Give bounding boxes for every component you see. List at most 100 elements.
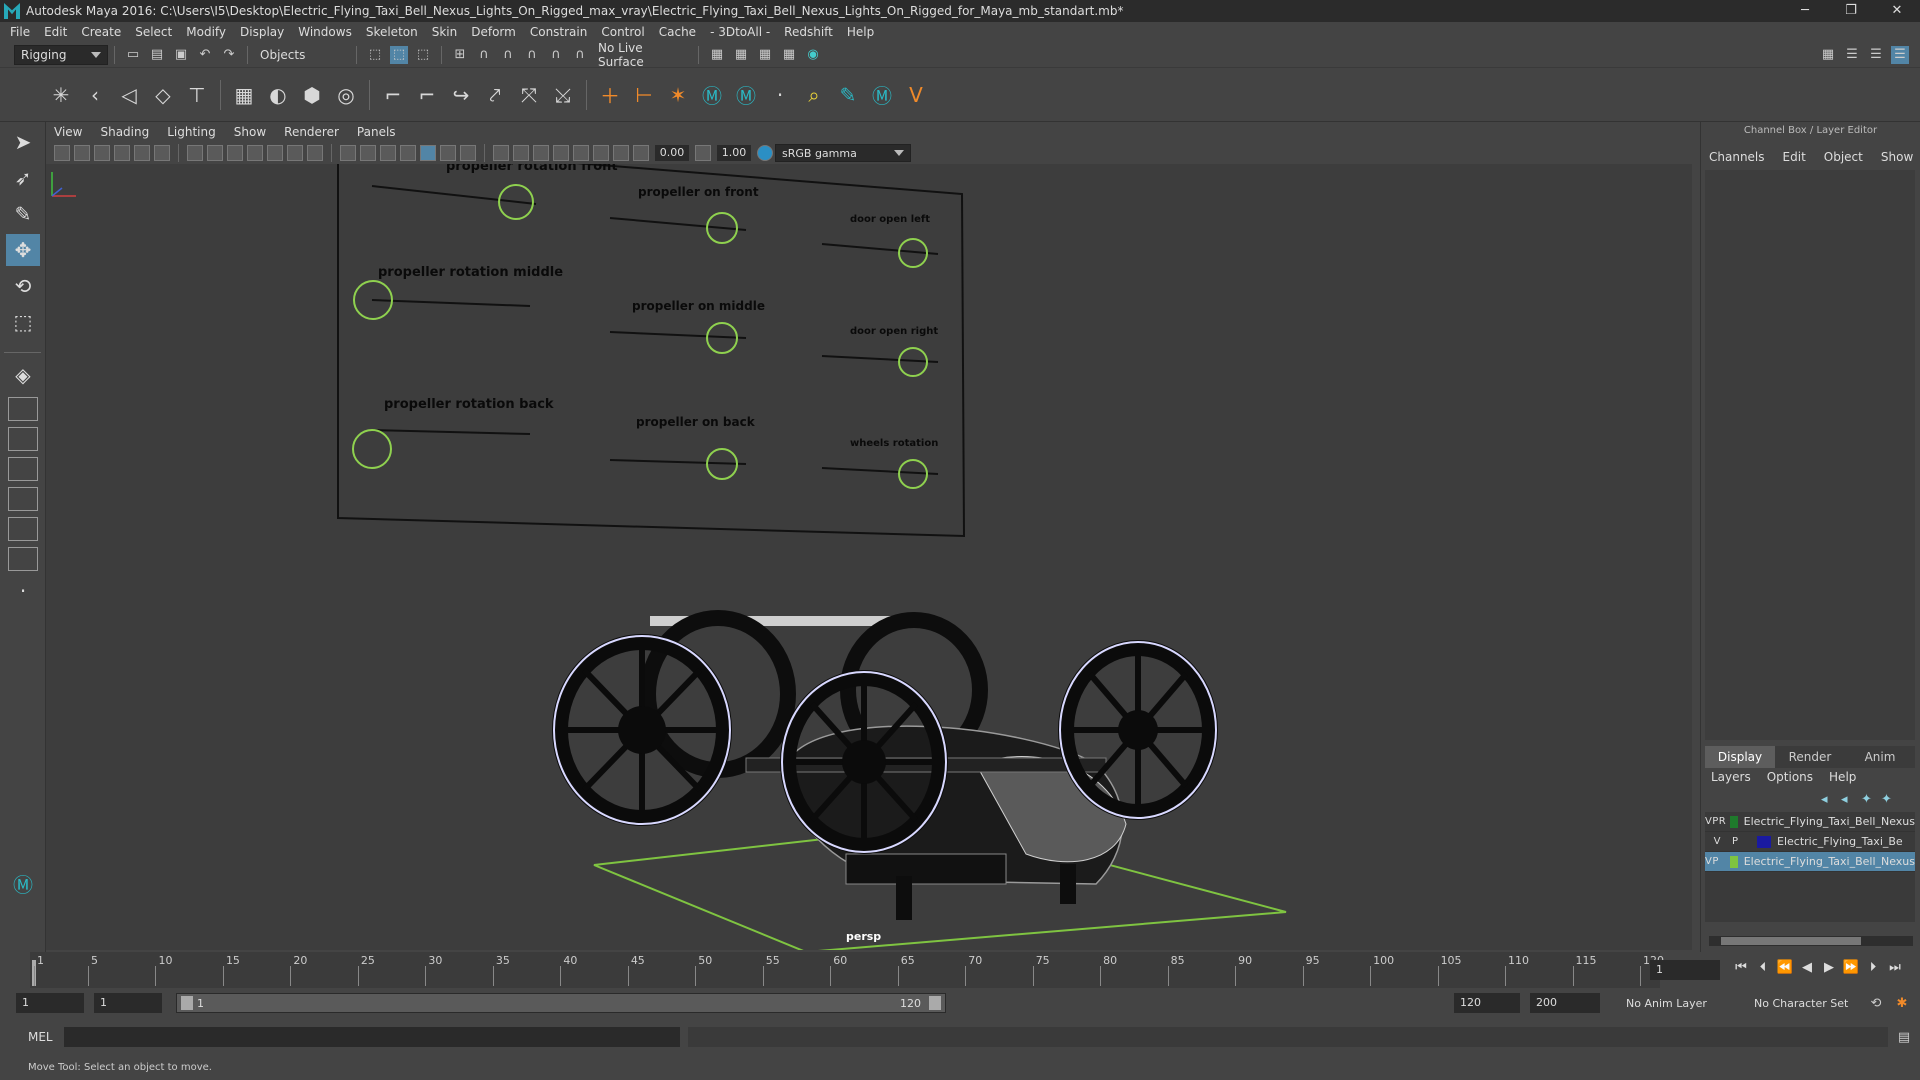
menu-create[interactable]: Create (81, 25, 121, 39)
render-settings-icon[interactable]: ▦ (780, 46, 798, 64)
channel-list[interactable] (1705, 170, 1915, 740)
layout-more-icon[interactable]: · (6, 575, 40, 607)
time-slider[interactable]: 1 5 10 15 20 25 30 35 40 45 50 55 60 65 70 75 80 85 90 95 10… (0, 952, 1920, 988)
menu-deform[interactable]: Deform (471, 25, 516, 39)
anim-layer-dropdown[interactable]: No Anim Layer (1620, 993, 1740, 1013)
depth-of-field-icon[interactable] (613, 145, 629, 161)
menu-modify[interactable]: Modify (186, 25, 226, 39)
open-scene-icon[interactable]: ▤ (148, 46, 166, 64)
auto-key-icon[interactable]: ⟲ (1867, 994, 1885, 1012)
bind-skin-icon[interactable]: ⌐ (378, 80, 408, 110)
layer-color-swatch[interactable] (1729, 855, 1738, 868)
smooth-shade-icon[interactable] (360, 145, 376, 161)
scale-constraint-icon[interactable]: ⤧ (514, 80, 544, 110)
sculpt-icon[interactable]: ◎ (331, 80, 361, 110)
xray-icon[interactable] (420, 145, 436, 161)
exposure-field[interactable]: 0.00 (655, 145, 689, 161)
wireframe-on-shaded-icon[interactable] (400, 145, 416, 161)
safe-title-icon[interactable] (307, 145, 323, 161)
cb-menu-show[interactable]: Show (1881, 150, 1913, 164)
paint-weights-icon[interactable]: ⌕ (799, 80, 829, 110)
range-handle-right[interactable] (929, 996, 941, 1010)
new-layer-selected-icon[interactable]: ✦ (1881, 792, 1901, 807)
menu-display[interactable]: Display (240, 25, 284, 39)
exposure-icon[interactable] (633, 145, 649, 161)
cb-menu-edit[interactable]: Edit (1783, 150, 1806, 164)
le-menu-layers[interactable]: Layers (1711, 770, 1751, 784)
wireframe-icon[interactable] (340, 145, 356, 161)
maximize-button[interactable]: ❐ (1828, 0, 1874, 22)
color-space-dropdown[interactable]: sRGB gamma (775, 144, 911, 162)
layer-row[interactable]: V P R Electric_Flying_Taxi_Bell_Nexus (1705, 812, 1915, 832)
snap-surface-icon[interactable]: ∩ (547, 46, 565, 64)
layout-persp-graph-icon[interactable] (8, 487, 38, 511)
resolution-gate-icon[interactable] (227, 145, 243, 161)
flying-taxi-model[interactable] (552, 610, 1218, 920)
blank-shelf-icon[interactable]: · (765, 80, 795, 110)
selection-mode-dropdown[interactable]: Objects (254, 44, 350, 65)
image-plane-icon[interactable] (114, 145, 130, 161)
select-by-component-icon[interactable]: ⬚ (414, 46, 432, 64)
insert-joint-icon[interactable]: ‹ (80, 80, 110, 110)
select-by-object-icon[interactable]: ⬚ (390, 45, 408, 64)
panel-menu-show[interactable]: Show (234, 125, 266, 139)
xray-joints-icon[interactable] (440, 145, 456, 161)
layer-list-scrollbar[interactable] (1709, 936, 1913, 946)
wrap-icon[interactable]: ⬢ (297, 80, 327, 110)
tab-display[interactable]: Display (1705, 746, 1775, 768)
menu-windows[interactable]: Windows (298, 25, 352, 39)
menu-help[interactable]: Help (847, 25, 874, 39)
layer-color-swatch[interactable] (1757, 835, 1771, 848)
select-by-hierarchy-icon[interactable]: ⬚ (366, 46, 384, 64)
camera-select-icon[interactable] (54, 145, 70, 161)
live-surface-field[interactable]: No Live Surface (592, 41, 692, 69)
lasso-tool-icon[interactable]: ➶ (6, 162, 40, 194)
layer-visibility-toggle[interactable]: V (1705, 816, 1712, 827)
step-back-frame-icon[interactable]: ⏴ (1752, 960, 1774, 975)
snap-point-icon[interactable]: ∩ (499, 46, 517, 64)
layer-row[interactable]: V P Electric_Flying_Taxi_Bell_Nexus (1705, 852, 1915, 872)
panel-menu-panels[interactable]: Panels (357, 125, 396, 139)
show-manipulator-icon[interactable]: ◈ (6, 359, 40, 391)
cluster-icon[interactable]: ◐ (263, 80, 293, 110)
hik-character-icon[interactable]: Ⓜ (697, 80, 727, 110)
range-bar[interactable]: 1 120 (176, 993, 946, 1013)
layout-side-by-side-icon[interactable] (8, 427, 38, 451)
menu-select[interactable]: Select (135, 25, 172, 39)
scene-start-field[interactable]: 1 (16, 993, 84, 1013)
snap-view-plane-icon[interactable]: ∩ (523, 46, 541, 64)
menu-redshift[interactable]: Redshift (784, 25, 833, 39)
modeling-toolkit-icon[interactable]: ▦ (1819, 46, 1837, 64)
move-layer-down-icon[interactable]: ◂ (1841, 792, 1861, 807)
select-tool-icon[interactable]: ➤ (6, 126, 40, 158)
step-back-key-icon[interactable]: ⏪ (1774, 960, 1796, 975)
field-chart-icon[interactable] (267, 145, 283, 161)
orient-constraint-icon[interactable]: ⤤ (480, 80, 510, 110)
menu-file[interactable]: File (10, 25, 30, 39)
layout-persp-outliner-icon[interactable] (8, 457, 38, 481)
tab-anim[interactable]: Anim (1845, 746, 1915, 768)
range-handle-left[interactable] (181, 996, 193, 1010)
move-tool-icon[interactable]: ✥ (6, 234, 40, 266)
layer-visibility-toggle[interactable]: V (1705, 856, 1712, 867)
aim-constraint-icon[interactable]: ⤩ (548, 80, 578, 110)
gamma-field[interactable]: 1.00 (717, 145, 751, 161)
joint-tool-icon[interactable]: ✳ (46, 80, 76, 110)
playback-start-field[interactable]: 1 (94, 993, 162, 1013)
panel-menu-renderer[interactable]: Renderer (284, 125, 339, 139)
paint-select-tool-icon[interactable]: ✎ (6, 198, 40, 230)
layer-playback-toggle[interactable]: P (1712, 816, 1719, 827)
layer-playback-toggle[interactable]: P (1712, 856, 1719, 867)
grease-pencil-icon[interactable] (154, 145, 170, 161)
point-constraint-icon[interactable]: ↪ (446, 80, 476, 110)
render-view-icon[interactable]: ▦ (708, 46, 726, 64)
locator-icon[interactable]: ＋ (595, 80, 625, 110)
hik-control-icon[interactable]: Ⓜ (731, 80, 761, 110)
command-input[interactable] (64, 1027, 680, 1047)
channel-box-icon[interactable]: ☰ (1891, 45, 1909, 64)
animation-preferences-icon[interactable]: ✱ (1893, 994, 1911, 1012)
panel-menu-view[interactable]: View (54, 125, 82, 139)
new-layer-icon[interactable]: ✦ (1861, 792, 1881, 807)
menu-skeleton[interactable]: Skeleton (366, 25, 418, 39)
tab-render[interactable]: Render (1775, 746, 1845, 768)
